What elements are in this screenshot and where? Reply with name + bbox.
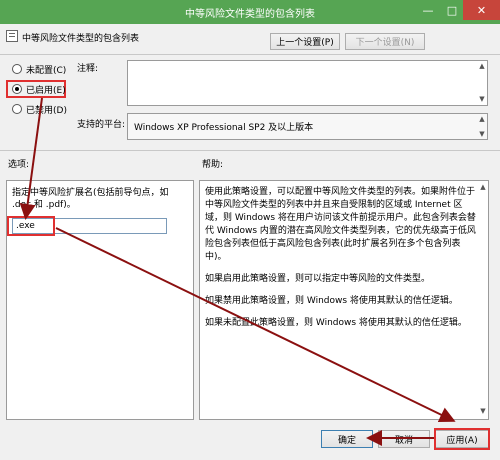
arrow-to-apply-button [55,227,456,422]
arrow-to-extension-input [19,97,43,220]
annotation-arrows [19,97,456,446]
